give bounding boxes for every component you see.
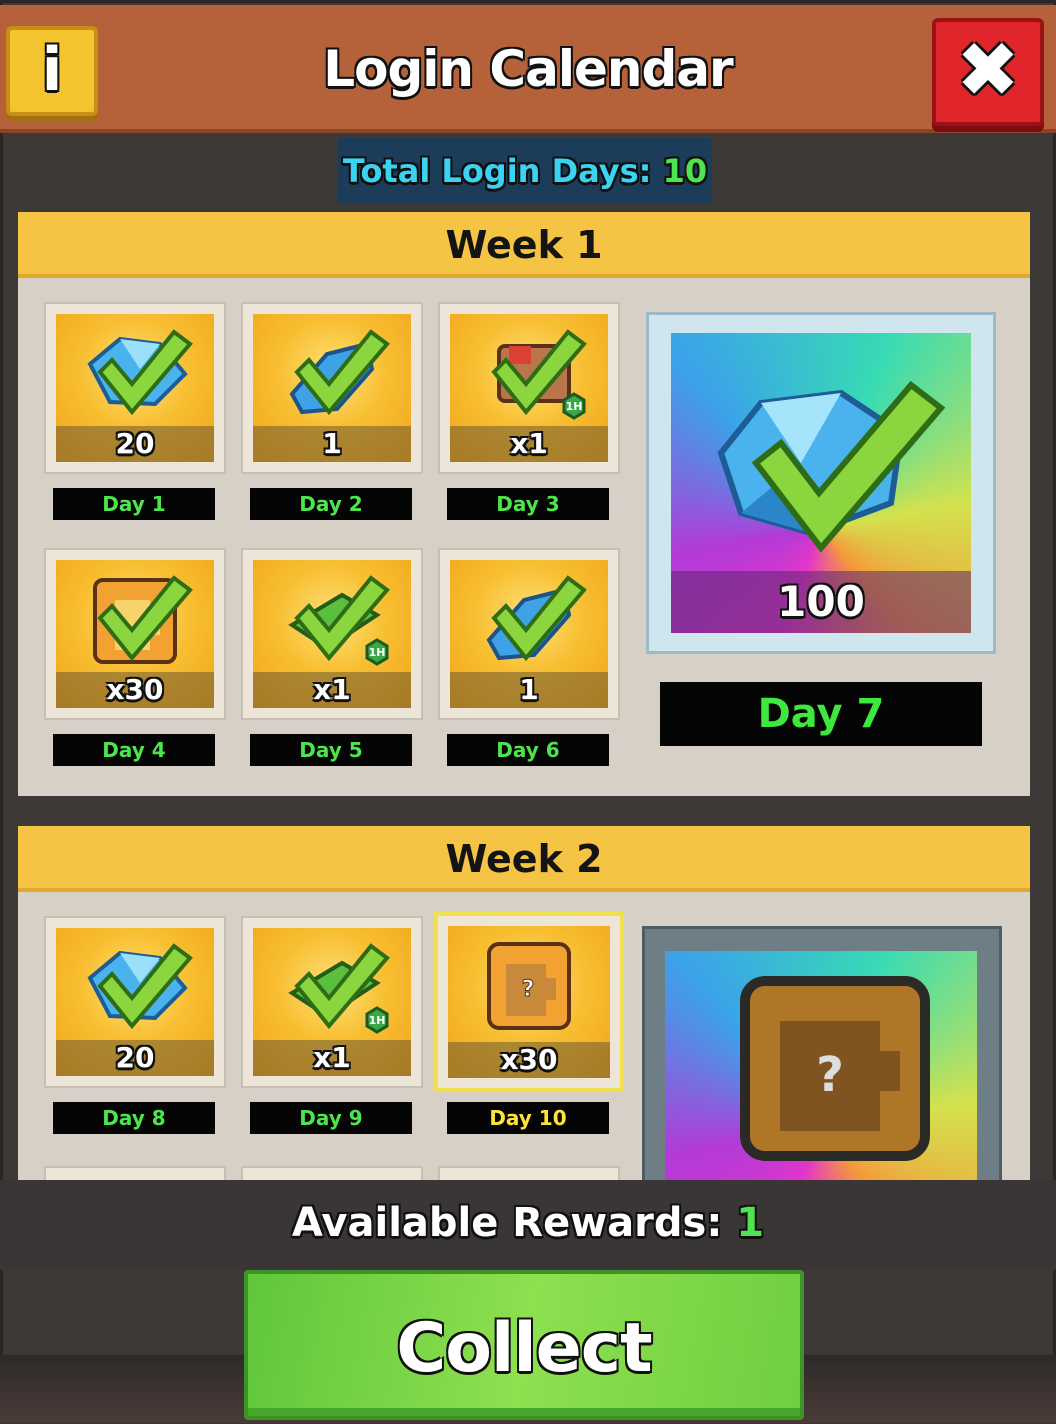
page-title: Login Calendar [323,40,733,98]
week-2-section: Week 2 20 Day 8 1H x1 Day 9 ? x30 Day 10… [18,826,1030,1180]
day-8-count: 20 [56,1040,214,1076]
next-row-tile [241,1166,423,1180]
total-login-label: Total Login Days: [342,152,663,190]
day-5-label: Day 5 [250,734,412,766]
day-6-label: Day 6 [447,734,609,766]
puzzle-piece-icon: ? [487,942,571,1030]
day-3-label: Day 3 [447,488,609,520]
week-2-big-reward-tile[interactable]: ? [642,926,1002,1180]
day-4-tile[interactable]: x30 [44,548,226,720]
collect-button-label: Collect [396,1309,652,1388]
day-5-badge: 1H [369,646,386,659]
cash-icon: 1H [288,575,390,666]
day-10-label: Day 10 [447,1102,609,1134]
day-2-count: 1 [253,426,411,462]
week-2-title: Week 2 [18,826,1030,892]
day-7-label: Day 7 [660,682,982,746]
puzzle-piece-icon: ? [740,976,930,1161]
close-button[interactable]: ✖ [932,18,1044,126]
boost-crate-icon: 1H [491,329,587,420]
day-7-count: 100 [671,571,971,633]
day-10-tile[interactable]: ? x30 [434,912,624,1092]
svg-text:?: ? [816,1047,844,1103]
available-rewards-label: Available Rewards: [291,1200,737,1246]
day-2-label: Day 2 [250,488,412,520]
day-1-label: Day 1 [53,488,215,520]
day-9-badge: 1H [369,1014,386,1027]
blue-crystal-icon [289,329,390,416]
week-1-title: Week 1 [18,212,1030,278]
next-row-tile [438,1166,620,1180]
day-10-count: x30 [448,1042,610,1078]
close-icon: ✖ [956,25,1020,114]
day-6-count: 1 [450,672,608,708]
cash-icon: 1H [288,943,390,1034]
day-7-tile[interactable]: 100 [646,312,996,654]
collect-button[interactable]: Collect [244,1270,804,1420]
available-rewards-value: 1 [736,1200,765,1246]
day-5-count: x1 [253,672,411,708]
day-1-count: 20 [56,426,214,462]
day-9-label: Day 9 [250,1102,412,1134]
gem-icon [87,943,193,1030]
info-icon: i [41,35,63,105]
blue-crystal-icon [486,575,587,662]
day-1-tile[interactable]: 20 [44,302,226,474]
day-9-count: x1 [253,1040,411,1076]
day-3-tile[interactable]: 1H x1 [438,302,620,474]
day-2-tile[interactable]: 1 [241,302,423,474]
gem-pile-icon [717,380,946,553]
day-3-count: x1 [450,426,608,462]
day-4-count: x30 [56,672,214,708]
day-9-tile[interactable]: 1H x1 [241,916,423,1088]
total-login-value: 10 [662,152,708,190]
available-rewards: Available Rewards: 1 [0,1200,1056,1246]
info-button[interactable]: i [6,26,98,116]
next-row-tile [44,1166,226,1180]
total-login-days: Total Login Days: 10 [338,138,712,204]
puzzle-piece-icon [93,575,193,664]
gem-icon [87,329,193,416]
day-8-label: Day 8 [53,1102,215,1134]
day-5-tile[interactable]: 1H x1 [241,548,423,720]
day-8-tile[interactable]: 20 [44,916,226,1088]
day-4-label: Day 4 [53,734,215,766]
day-3-badge: 1H [566,400,583,413]
day-6-tile[interactable]: 1 [438,548,620,720]
svg-text:?: ? [522,977,535,1002]
